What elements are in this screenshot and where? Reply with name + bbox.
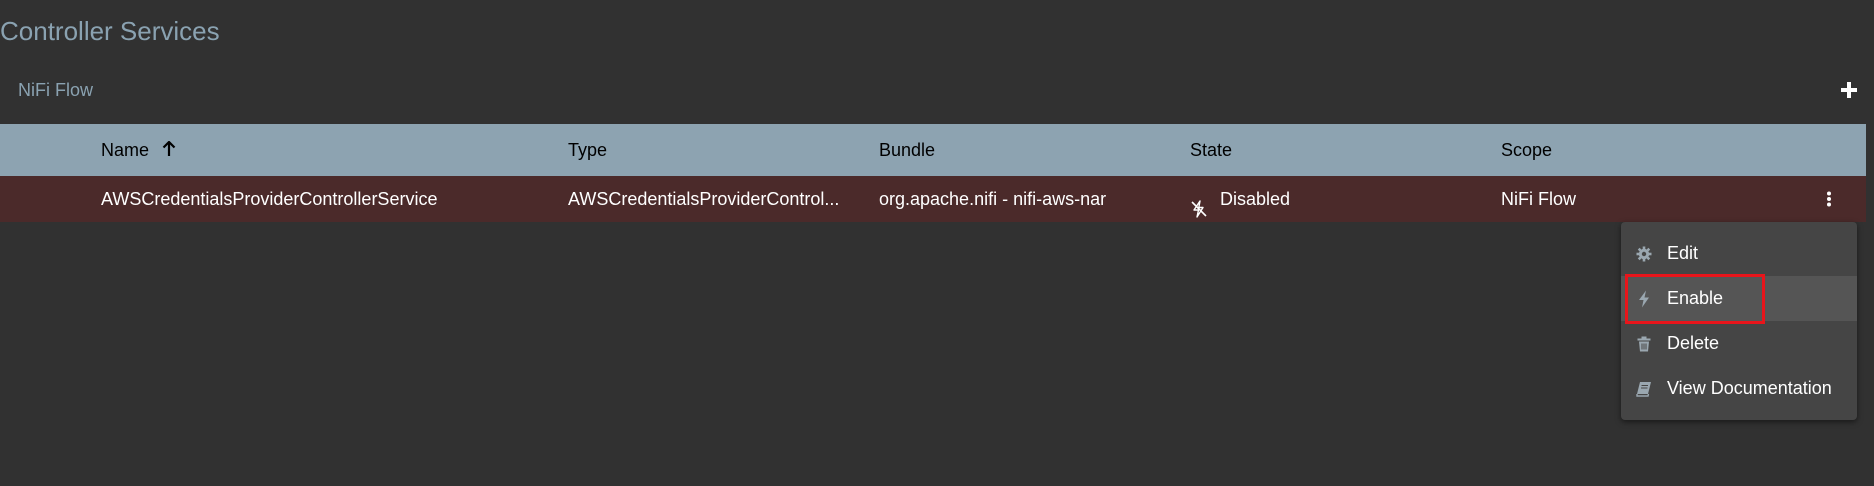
menu-item-enable[interactable]: Enable (1621, 276, 1857, 321)
add-controller-service-button[interactable] (1836, 77, 1862, 103)
row-actions-button[interactable] (1822, 176, 1836, 222)
kebab-menu-icon (1827, 191, 1831, 207)
cell-type: AWSCredentialsProviderControl... (568, 189, 840, 209)
menu-item-label: Delete (1667, 333, 1720, 353)
trash-icon (1635, 335, 1653, 353)
controller-services-table: Name Type Bundle State Scope AWSCredenti… (0, 124, 1866, 222)
menu-item-label: View Documentation (1667, 378, 1832, 398)
gear-icon (1635, 245, 1653, 263)
menu-item-label: Edit (1667, 243, 1699, 263)
table-header: Name Type Bundle State Scope (0, 124, 1866, 176)
column-header-scope[interactable]: Scope (1501, 124, 1552, 176)
column-header-name[interactable]: Name (101, 124, 176, 176)
cell-state: Disabled (1190, 176, 1490, 222)
bolt-icon (1635, 290, 1653, 308)
disabled-bolt-icon (1190, 189, 1208, 218)
column-header-bundle[interactable]: Bundle (879, 124, 935, 176)
menu-item-label: Enable (1667, 288, 1724, 308)
table-row[interactable]: AWSCredentialsProviderControllerService … (0, 176, 1866, 222)
controller-services-page: Controller Services NiFi Flow Name Type … (0, 0, 1874, 486)
breadcrumb[interactable]: NiFi Flow (18, 78, 93, 102)
cell-scope: NiFi Flow (1501, 189, 1576, 209)
column-header-type[interactable]: Type (568, 124, 607, 176)
sort-ascending-icon (162, 125, 176, 177)
cell-bundle: org.apache.nifi - nifi-aws-nar (879, 189, 1107, 209)
page-title: Controller Services (0, 16, 220, 46)
row-context-menu: Edit Enable Delete View Documentation (1621, 222, 1857, 420)
column-header-state[interactable]: State (1190, 124, 1232, 176)
menu-item-edit[interactable]: Edit (1621, 231, 1857, 276)
menu-item-delete[interactable]: Delete (1621, 321, 1857, 366)
book-icon (1635, 380, 1653, 398)
plus-icon (1841, 82, 1857, 98)
menu-item-view-documentation[interactable]: View Documentation (1621, 366, 1857, 411)
cell-name: AWSCredentialsProviderControllerService (101, 189, 438, 209)
state-label: Disabled (1220, 189, 1291, 209)
column-header-label: Name (101, 140, 150, 160)
